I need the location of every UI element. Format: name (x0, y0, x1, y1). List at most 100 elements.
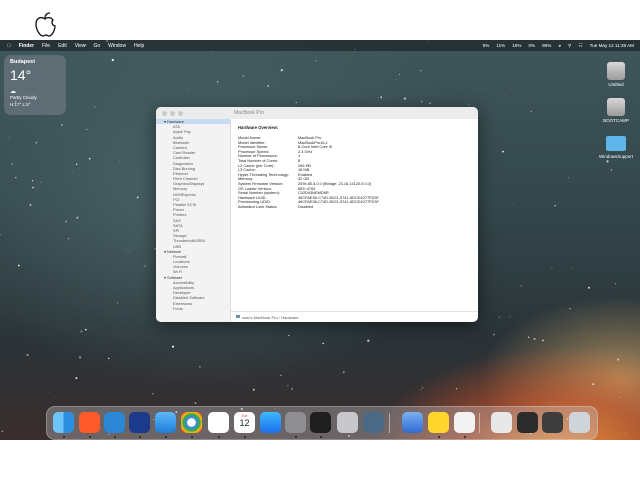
calendar-day: 12 (239, 418, 250, 428)
mail-draft-icon[interactable] (542, 412, 563, 433)
star (513, 204, 515, 206)
running-indicator (191, 436, 193, 438)
gpu-status[interactable]: 11% (496, 43, 505, 48)
weather-condition: Partly Cloudy (10, 95, 37, 100)
star (32, 186, 34, 189)
trash-icon[interactable] (569, 412, 590, 433)
star (49, 392, 50, 393)
star (252, 388, 255, 391)
weather-temp: 14° (10, 67, 32, 83)
calendar-icon[interactable]: Tue 12 (234, 412, 255, 433)
star (242, 75, 245, 77)
sidebar[interactable]: ▾ Hardware ATA Apple Pay Audio Bluetooth Came… (156, 119, 231, 322)
star (35, 141, 38, 144)
close-button[interactable] (162, 111, 167, 116)
star (569, 308, 571, 310)
star (31, 180, 34, 182)
star (551, 267, 553, 269)
star (420, 100, 423, 103)
star (67, 237, 70, 240)
brave-icon[interactable] (79, 412, 100, 433)
menu-window[interactable]: Window (108, 43, 126, 49)
star (291, 388, 293, 390)
preview-icon[interactable] (402, 412, 423, 433)
star (267, 85, 270, 87)
desktop-disk-untitled[interactable]: Untitled (596, 62, 636, 87)
dock-separator (479, 413, 480, 433)
system-information-window[interactable]: MacBook Pro ▾ Hardware ATA Apple Pay Audio B… (156, 107, 478, 322)
app-store-icon[interactable] (260, 412, 281, 433)
chrome-icon[interactable] (181, 412, 202, 433)
star (76, 163, 78, 165)
disk-label: BOOTCAMP (603, 118, 629, 123)
star (29, 203, 32, 206)
star (468, 103, 470, 105)
star (65, 220, 68, 223)
star (78, 356, 82, 359)
reminders-icon[interactable] (208, 412, 229, 433)
overview-table: Model Name: MacBook Pro Model Identifier: M… (238, 135, 379, 210)
star (505, 94, 507, 96)
finder-icon[interactable] (53, 412, 74, 433)
terminal-icon[interactable] (129, 412, 150, 433)
running-indicator (438, 436, 440, 438)
star (14, 176, 17, 179)
running-indicator (63, 436, 65, 438)
minimize-button[interactable] (170, 111, 175, 116)
apple-menu-icon[interactable]:  (7, 43, 11, 49)
battery-status[interactable]: 96% (542, 43, 551, 48)
keychain-icon[interactable] (454, 412, 475, 433)
window-titlebar[interactable]: MacBook Pro (156, 107, 478, 119)
activity-monitor-icon[interactable] (310, 412, 331, 433)
star (60, 123, 63, 126)
menu-help[interactable]: Help (134, 43, 144, 49)
disk-utility-icon[interactable] (337, 412, 358, 433)
screenshot-icon[interactable] (517, 412, 538, 433)
menu-edit[interactable]: Edit (58, 43, 67, 49)
desktop-folder-windowssupport[interactable]: WindowsSupport (594, 136, 638, 159)
window-title: MacBook Pro (234, 110, 265, 116)
memory-status[interactable]: 16% (512, 43, 521, 48)
star (171, 345, 175, 348)
star (71, 170, 73, 172)
cpu-status[interactable]: 5% (483, 43, 490, 48)
star (422, 387, 424, 389)
star (567, 177, 570, 179)
desktop-disk-bootcamp[interactable]: BOOTCAMP (596, 98, 636, 123)
star (80, 330, 83, 333)
menu-app-finder[interactable]: Finder (19, 43, 34, 49)
notes-icon[interactable] (428, 412, 449, 433)
menu-bar:  Finder File Edit View Go Window Help 5… (0, 40, 640, 51)
star (614, 283, 617, 285)
star (502, 150, 504, 153)
zoom-button[interactable] (178, 111, 183, 116)
printer-icon[interactable] (491, 412, 512, 433)
menu-file[interactable]: File (42, 43, 50, 49)
menu-go[interactable]: Go (93, 43, 100, 49)
star (216, 80, 219, 83)
network-icon[interactable] (363, 412, 384, 433)
star (592, 383, 595, 386)
star (117, 302, 119, 304)
wifi-icon[interactable]: ◕ (558, 43, 561, 48)
vscode-icon[interactable] (104, 412, 125, 433)
menu-view[interactable]: View (75, 43, 86, 49)
star (194, 402, 197, 404)
system-settings-icon[interactable] (285, 412, 306, 433)
star (8, 137, 10, 139)
running-indicator (89, 436, 91, 438)
disk-status[interactable]: 0% (528, 43, 535, 48)
star (107, 357, 110, 360)
sidebar-item[interactable]: Fonts (156, 306, 230, 311)
star (75, 377, 78, 380)
running-indicator (464, 436, 466, 438)
star (420, 69, 422, 72)
mail-icon[interactable] (155, 412, 176, 433)
star (367, 339, 370, 342)
control-center-icon[interactable]: ☷ (578, 43, 582, 49)
star (420, 389, 422, 391)
weather-widget[interactable]: Budapest 14° ☁ Partly Cloudy H:17° L:8° (4, 55, 66, 115)
search-icon[interactable]: ⚲ (568, 43, 571, 49)
star (554, 205, 556, 207)
menubar-clock[interactable]: Tue May 12 11:28 AM (590, 43, 634, 48)
